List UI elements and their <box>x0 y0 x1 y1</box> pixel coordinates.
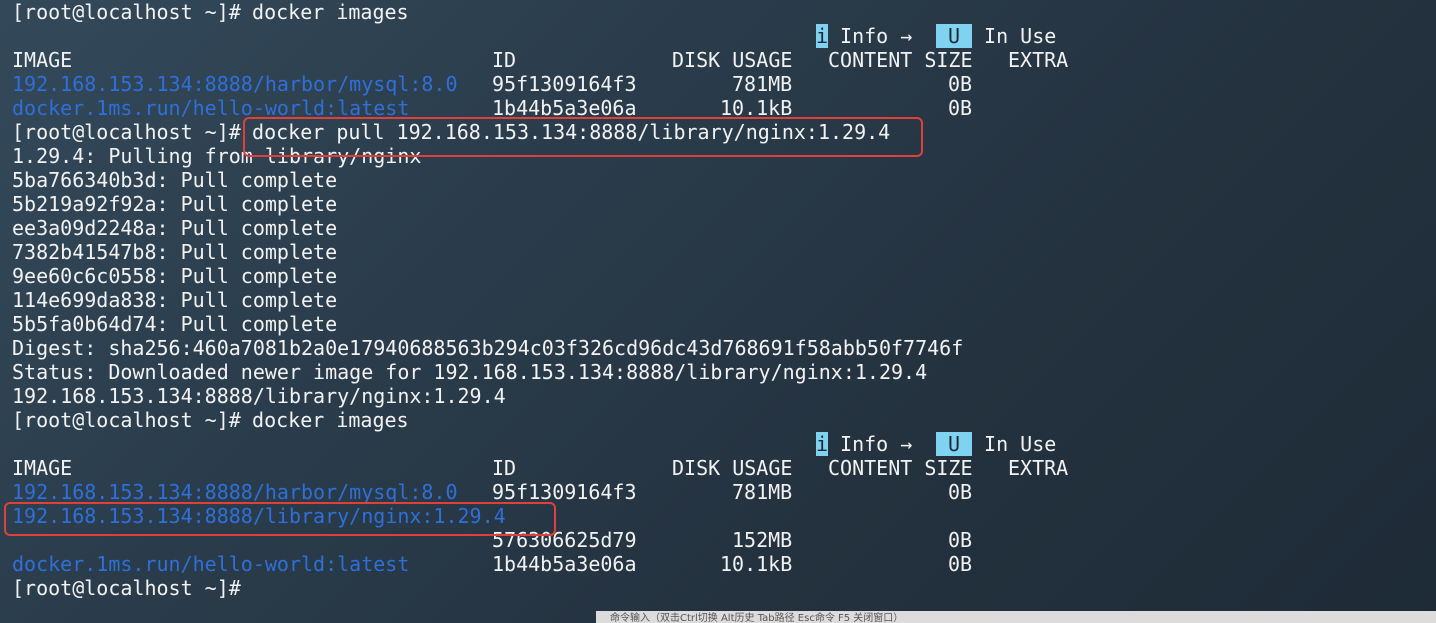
table-header: IMAGE ID DISK USAGE CONTENT SIZE EXTRA <box>12 456 1068 480</box>
terminal-line: 5b219a92f92a: Pull complete <box>12 192 338 216</box>
disk-usage: 781MB <box>732 72 793 96</box>
pull-command-highlight <box>243 117 923 157</box>
content-size: 0B <box>948 72 973 96</box>
header-content-size: CONTENT SIZE <box>828 48 973 72</box>
image-id: 95f1309164f3 <box>492 480 637 504</box>
terminal-line: Status: Downloaded newer image for 192.1… <box>12 360 928 384</box>
header-disk-usage: DISK USAGE <box>672 456 793 480</box>
terminal-line: [root@localhost ~]# docker images <box>12 408 409 432</box>
header-id: ID <box>492 48 517 72</box>
content-size: 0B <box>948 552 973 576</box>
header-image: IMAGE <box>12 456 73 480</box>
command-input-bar[interactable]: 命令输入（双击Ctrl切换 Alt历史 Tab路径 Esc命令 F5 关闭窗口） <box>596 611 1436 623</box>
content-size: 0B <box>948 96 973 120</box>
disk-usage: 781MB <box>732 480 793 504</box>
terminal-line: ee3a09d2248a: Pull complete <box>12 216 338 240</box>
image-id: 95f1309164f3 <box>492 72 637 96</box>
header-content-size: CONTENT SIZE <box>828 456 973 480</box>
terminal-line: 114e699da838: Pull complete <box>12 288 338 312</box>
table-row: 192.168.153.134:8888/harbor/mysql:8.0 95… <box>12 480 972 504</box>
header-image: IMAGE <box>12 48 73 72</box>
image-id: 1b44b5a3e06a <box>492 552 637 576</box>
table-row: docker.1ms.run/hello-world:latest 1b44b5… <box>12 552 972 576</box>
prompt: [root@localhost ~]# <box>12 120 241 144</box>
in-use-label: In Use <box>972 24 1057 48</box>
header-extra: EXTRA <box>1008 456 1069 480</box>
content-size: 0B <box>948 528 973 552</box>
info-badge: i <box>816 24 829 48</box>
legend-line: i Info → U In Use <box>12 432 1056 456</box>
prompt: [root@localhost ~]# <box>12 0 241 24</box>
terminal-line: [root@localhost ~]# docker pull 192.168.… <box>12 120 890 144</box>
disk-usage: 152MB <box>732 528 793 552</box>
terminal-line: [root@localhost ~]# <box>12 576 241 600</box>
header-extra: EXTRA <box>1008 48 1069 72</box>
prompt: [root@localhost ~]# <box>12 576 241 600</box>
info-label: Info → <box>828 432 925 456</box>
header-id: ID <box>492 456 517 480</box>
command: docker images <box>240 408 409 432</box>
info-label: Info → <box>828 24 925 48</box>
table-header: IMAGE ID DISK USAGE CONTENT SIZE EXTRA <box>12 48 1068 72</box>
nginx-image-highlight <box>4 502 556 536</box>
prompt: [root@localhost ~]# <box>12 408 241 432</box>
in-use-label: In Use <box>972 432 1057 456</box>
table-row: docker.1ms.run/hello-world:latest 1b44b5… <box>12 96 972 120</box>
terminal-line: Digest: sha256:460a7081b2a0e17940688563b… <box>12 336 964 360</box>
terminal-line: 7382b41547b8: Pull complete <box>12 240 338 264</box>
terminal-line: 9ee60c6c0558: Pull complete <box>12 264 338 288</box>
header-disk-usage: DISK USAGE <box>672 48 793 72</box>
image-link[interactable]: 192.168.153.134:8888/harbor/mysql:8.0 <box>12 480 458 504</box>
disk-usage: 10.1kB <box>720 552 793 576</box>
in-use-badge: U <box>936 24 973 48</box>
image-link[interactable]: docker.1ms.run/hello-world:latest <box>12 552 409 576</box>
image-link[interactable]: 192.168.153.134:8888/harbor/mysql:8.0 <box>12 72 458 96</box>
command-input-hint: 命令输入（双击Ctrl切换 Alt历史 Tab路径 Esc命令 F5 关闭窗口） <box>610 613 904 623</box>
in-use-badge: U <box>936 432 973 456</box>
command: docker images <box>240 0 409 24</box>
info-badge: i <box>816 432 829 456</box>
table-row: 192.168.153.134:8888/harbor/mysql:8.0 95… <box>12 72 972 96</box>
terminal-line: [root@localhost ~]# docker images <box>12 0 409 24</box>
terminal-line: 5ba766340b3d: Pull complete <box>12 168 338 192</box>
terminal-line: 5b5fa0b64d74: Pull complete <box>12 312 338 336</box>
legend-line: i Info → U In Use <box>12 24 1056 48</box>
terminal-line: 192.168.153.134:8888/library/nginx:1.29.… <box>12 384 506 408</box>
content-size: 0B <box>948 480 973 504</box>
